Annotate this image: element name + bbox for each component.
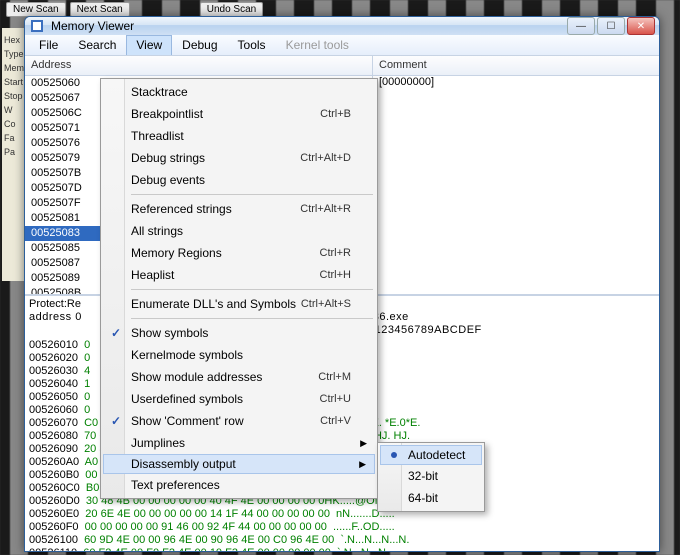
comment-value[interactable]: [00000000] — [373, 76, 659, 294]
titlebar[interactable]: Memory Viewer — ☐ ✕ — [25, 17, 659, 35]
chevron-right-icon: ▶ — [359, 459, 366, 470]
check-icon: ✓ — [111, 414, 121, 428]
menu-item-label: Show symbols — [131, 326, 208, 340]
maximize-button[interactable]: ☐ — [597, 17, 625, 35]
menu-shortcut: Ctrl+M — [318, 371, 351, 383]
menu-shortcut: Ctrl+Alt+D — [300, 152, 351, 164]
menu-item-label: Memory Regions — [131, 246, 222, 260]
menu-item-jumplines[interactable]: Jumplines ▶ — [103, 432, 375, 454]
menu-shortcut: Ctrl+Alt+R — [300, 203, 351, 215]
check-icon: ✓ — [111, 326, 121, 340]
hex-row[interactable]: 00526100 60 9D 4E 00 00 96 4E 00 90 96 4… — [25, 534, 659, 547]
menu-item-label: Disassembly output — [131, 457, 236, 471]
menu-item-label: Userdefined symbols — [131, 392, 243, 406]
menu-item-show-module-addresses[interactable]: Show module addresses Ctrl+M — [103, 366, 375, 388]
menu-item-debug-events[interactable]: Debug events — [103, 169, 375, 191]
menu-item-threadlist[interactable]: Threadlist — [103, 125, 375, 147]
menu-tools[interactable]: Tools — [228, 35, 276, 55]
bullet-icon — [391, 452, 397, 458]
comment-column: Comment [00000000] — [373, 56, 659, 294]
menu-item-label: Debug strings — [131, 151, 205, 165]
menu-item-label: Text preferences — [131, 478, 220, 492]
menu-separator — [131, 318, 373, 319]
menu-item-label: Stacktrace — [131, 85, 188, 99]
menu-item-show-symbols[interactable]: ✓ Show symbols — [103, 322, 375, 344]
address-header[interactable]: Address — [25, 56, 372, 76]
app-icon — [29, 18, 45, 34]
menu-item-label: Threadlist — [131, 129, 184, 143]
disassembly-submenu: Autodetect 32-bit 64-bit — [377, 442, 485, 512]
menu-shortcut: Ctrl+R — [320, 247, 351, 259]
menu-separator — [131, 289, 373, 290]
menu-item-label: Jumplines — [131, 436, 185, 450]
menu-search[interactable]: Search — [68, 35, 126, 55]
menu-separator — [131, 194, 373, 195]
undo-scan-button[interactable]: Undo Scan — [200, 2, 263, 17]
menu-shortcut: Ctrl+U — [320, 393, 351, 405]
menu-item-label: Show 'Comment' row — [131, 414, 244, 428]
menu-debug[interactable]: Debug — [172, 35, 227, 55]
hex-row[interactable]: 005260E0 20 6E 4E 00 00 00 00 00 14 1F 4… — [25, 508, 659, 521]
menu-file[interactable]: File — [29, 35, 68, 55]
comment-header[interactable]: Comment — [373, 56, 659, 76]
submenu-label: Autodetect — [408, 448, 465, 462]
menu-item-label: Heaplist — [131, 268, 174, 282]
menu-item-show-comment-row[interactable]: ✓ Show 'Comment' row Ctrl+V — [103, 410, 375, 432]
hex-address-label: address 0 — [29, 311, 82, 323]
menu-item-text-preferences[interactable]: Text preferences — [103, 474, 375, 496]
menu-item-label: Show module addresses — [131, 370, 262, 384]
view-dropdown: Stacktrace Breakpointlist Ctrl+B Threadlist… — [100, 78, 378, 499]
submenu-label: 32-bit — [408, 469, 438, 483]
hex-row[interactable]: 005260F0 00 00 00 00 00 91 46 00 92 4F 4… — [25, 521, 659, 534]
menu-shortcut: Ctrl+V — [320, 415, 351, 427]
menu-item-label: Breakpointlist — [131, 107, 203, 121]
menu-item-label: Debug events — [131, 173, 205, 187]
submenu-item-64-bit[interactable]: 64-bit — [380, 487, 482, 509]
new-scan-button[interactable]: New Scan — [6, 2, 66, 17]
menu-item-kernelmode-symbols[interactable]: Kernelmode symbols — [103, 344, 375, 366]
menu-item-enumerate-dll-s-and-symbols[interactable]: Enumerate DLL's and Symbols Ctrl+Alt+S — [103, 293, 375, 315]
window-title: Memory Viewer — [51, 19, 567, 33]
menu-item-heaplist[interactable]: Heaplist Ctrl+H — [103, 264, 375, 286]
menu-item-disassembly-output[interactable]: Disassembly output ▶ — [103, 454, 375, 474]
minimize-button[interactable]: — — [567, 17, 595, 35]
menu-item-userdefined-symbols[interactable]: Userdefined symbols Ctrl+U — [103, 388, 375, 410]
menu-item-memory-regions[interactable]: Memory Regions Ctrl+R — [103, 242, 375, 264]
close-button[interactable]: ✕ — [627, 17, 655, 35]
menu-item-label: Referenced strings — [131, 202, 232, 216]
menu-view[interactable]: View — [126, 35, 172, 55]
menu-item-breakpointlist[interactable]: Breakpointlist Ctrl+B — [103, 103, 375, 125]
submenu-label: 64-bit — [408, 491, 438, 505]
menu-kernel-tools[interactable]: Kernel tools — [276, 35, 359, 55]
menu-item-stacktrace[interactable]: Stacktrace — [103, 81, 375, 103]
menu-shortcut: Ctrl+H — [320, 269, 351, 281]
bg-buttons: New Scan Next Scan Undo Scan — [6, 2, 263, 17]
menu-item-label: All strings — [131, 224, 183, 238]
hex-protect: Protect:Re — [29, 298, 81, 310]
window-body: Address 00525060005250670052506C00525071… — [25, 56, 659, 552]
chevron-right-icon: ▶ — [360, 438, 367, 449]
next-scan-button[interactable]: Next Scan — [70, 2, 130, 17]
submenu-item-32-bit[interactable]: 32-bit — [380, 465, 482, 487]
menu-item-debug-strings[interactable]: Debug strings Ctrl+Alt+D — [103, 147, 375, 169]
hex-row[interactable]: 00526110 60 F2 4E 00 F0 F2 4E 00 10 F3 4… — [25, 547, 659, 552]
memory-viewer-window: Memory Viewer — ☐ ✕ File Search View Deb… — [24, 16, 660, 552]
menu-shortcut: Ctrl+Alt+S — [301, 298, 351, 310]
menu-shortcut: Ctrl+B — [320, 108, 351, 120]
menu-item-label: Kernelmode symbols — [131, 348, 243, 362]
submenu-item-autodetect[interactable]: Autodetect — [380, 445, 482, 465]
menu-item-referenced-strings[interactable]: Referenced strings Ctrl+Alt+R — [103, 198, 375, 220]
menu-item-label: Enumerate DLL's and Symbols — [131, 297, 296, 311]
menubar: File Search View Debug Tools Kernel tool… — [25, 35, 659, 56]
menu-item-all-strings[interactable]: All strings — [103, 220, 375, 242]
